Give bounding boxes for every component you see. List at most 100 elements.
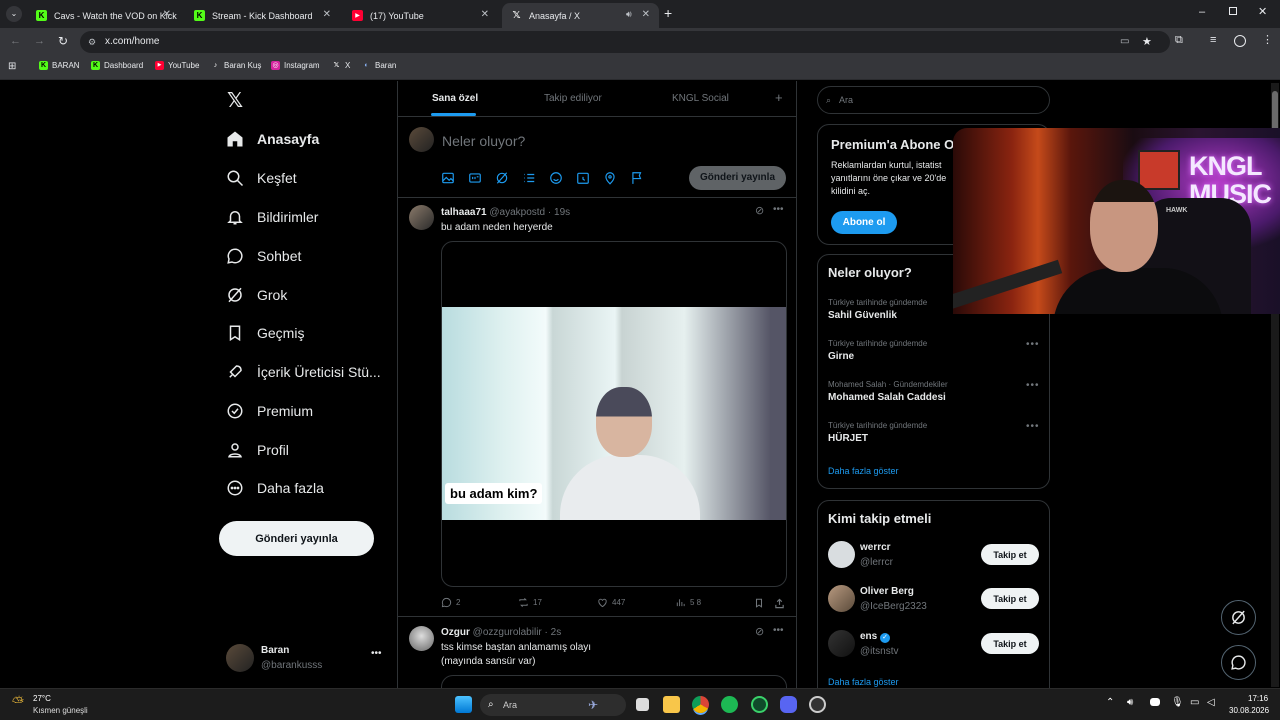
views-button[interactable]: 5 8 — [675, 597, 701, 608]
post-time[interactable]: · 19s — [548, 207, 570, 218]
sidebar-item-chat[interactable]: Sohbet — [226, 241, 301, 271]
bookmark-baran[interactable]: K BARAN — [39, 61, 80, 70]
display-icon[interactable]: ▭ — [1190, 697, 1199, 708]
bookmark-tiktok[interactable]: ♪ Baran Kuş — [211, 61, 262, 70]
emoji-icon[interactable] — [549, 171, 563, 185]
media-control-icon[interactable]: ≡ — [1210, 34, 1216, 46]
sidebar-item-notifications[interactable]: Bildirimler — [226, 202, 318, 232]
sidebar-item-bookmarks[interactable]: Geçmiş — [226, 318, 304, 348]
close-window-button[interactable]: ✕ — [1258, 5, 1267, 18]
follow-button[interactable]: Takip et — [981, 544, 1039, 565]
composer-post-button[interactable]: Gönderi yayınla — [689, 166, 786, 190]
tab-kngl-social[interactable]: KNGL Social — [672, 93, 729, 104]
close-icon[interactable]: ✕ — [481, 9, 489, 20]
speaker-icon[interactable]: 🔊︎ — [626, 9, 632, 20]
apps-icon[interactable]: ⊞ — [8, 61, 16, 72]
tab-search-button[interactable]: ⌄ — [6, 6, 22, 22]
maximize-button[interactable] — [1229, 7, 1237, 15]
schedule-icon[interactable] — [576, 171, 590, 185]
sidebar-item-explore[interactable]: Keşfet — [226, 163, 297, 193]
tab-x-home[interactable]: 𝕏 Anasayfa / X 🔊︎ ✕ — [502, 3, 659, 28]
gif-icon[interactable] — [468, 171, 482, 185]
follow-button[interactable]: Takip et — [981, 633, 1039, 654]
reply-button[interactable]: 2 — [441, 597, 460, 608]
clock-date[interactable]: 30.08.2026 — [1229, 706, 1269, 715]
tab-following[interactable]: Takip ediliyor — [544, 93, 602, 104]
bookmark-star-icon[interactable]: ★ — [1142, 31, 1152, 53]
tab-kick-vod[interactable]: K Cavs - Watch the VOD on Kick ✕ — [27, 3, 180, 28]
close-icon[interactable]: ✕ — [642, 9, 650, 20]
post-author-name[interactable]: talhaaa71 — [441, 207, 487, 218]
poll-icon[interactable] — [522, 171, 536, 185]
more-icon[interactable]: ••• — [1026, 421, 1040, 432]
grok-float-button[interactable] — [1221, 600, 1256, 635]
trends-show-more[interactable]: Daha fazla göster — [828, 466, 899, 476]
more-icon[interactable]: ••• — [773, 204, 784, 215]
bookmark-dashboard[interactable]: K Dashboard — [91, 61, 143, 70]
close-icon[interactable]: ✕ — [323, 9, 331, 20]
post-author-handle[interactable]: @ayakpostd — [489, 207, 545, 218]
vpn-icon[interactable] — [751, 696, 768, 713]
more-icon[interactable]: ••• — [371, 648, 382, 659]
grok-icon[interactable]: ⊘ — [755, 204, 764, 217]
post-button[interactable]: Gönderi yayınla — [219, 521, 374, 556]
new-tab-button[interactable]: + — [664, 5, 672, 21]
site-info-icon[interactable]: ⚙ — [88, 31, 96, 53]
profile-icon[interactable] — [1234, 35, 1246, 47]
search-input[interactable]: ⌕ Ara — [817, 86, 1050, 114]
address-bar[interactable]: ⚙ x.com/home ▭ ★ — [80, 31, 1170, 53]
more-icon[interactable]: ••• — [1026, 339, 1040, 350]
minimize-button[interactable]: – — [1199, 6, 1205, 18]
discord-icon[interactable] — [780, 696, 797, 713]
tab-youtube[interactable]: ▶ (17) YouTube ✕ — [343, 3, 498, 28]
bookmark-x[interactable]: 𝕏X — [332, 61, 351, 70]
follow-show-more[interactable]: Daha fazla göster — [828, 677, 899, 687]
menu-icon[interactable]: ⋮ — [1262, 33, 1273, 46]
post-author-name[interactable]: Ozgur — [441, 627, 470, 638]
task-view-icon[interactable] — [636, 698, 649, 711]
sidebar-item-premium[interactable]: Premium — [226, 396, 313, 426]
add-tab-icon[interactable]: + — [775, 90, 783, 105]
chevron-up-icon[interactable]: ⌃ — [1106, 697, 1114, 708]
cast-icon[interactable]: ▭ — [1120, 31, 1129, 53]
taskbar-search[interactable]: ⌕ Ara ✈ — [480, 694, 626, 716]
volume-icon[interactable]: ◁ — [1207, 697, 1215, 708]
bookmark-instagram[interactable]: ◎ Instagram — [271, 61, 320, 70]
repost-button[interactable]: 17 — [518, 597, 542, 608]
flag-icon[interactable] — [630, 171, 644, 185]
share-icon[interactable] — [774, 596, 785, 609]
chrome-icon[interactable] — [692, 696, 709, 713]
sidebar-item-creator-studio[interactable]: İçerik Üreticisi Stü... — [226, 357, 381, 387]
mic-icon[interactable]: 🎙︎ — [1171, 697, 1184, 708]
subscribe-button[interactable]: Abone ol — [831, 211, 897, 234]
close-icon[interactable]: ✕ — [163, 9, 171, 20]
like-button[interactable]: 447 — [597, 597, 625, 608]
post-media[interactable]: bu adam kim? — [441, 241, 787, 587]
obs-icon[interactable] — [809, 696, 826, 713]
forward-icon[interactable]: → — [34, 35, 45, 47]
reload-icon[interactable]: ↻ — [58, 34, 68, 48]
tab-kick-dashboard[interactable]: K Stream - Kick Dashboard ✕ — [185, 3, 340, 28]
composer-input[interactable]: Neler oluyor? — [442, 133, 525, 149]
file-explorer-icon[interactable] — [663, 696, 680, 713]
speaker-icon[interactable]: 🔊︎ — [1127, 697, 1133, 708]
extensions-icon[interactable]: ⧉ — [1175, 34, 1183, 47]
account-switcher[interactable]: Baran @barankusss ••• — [226, 642, 386, 674]
messages-float-button[interactable] — [1221, 645, 1256, 680]
bookmark-icon[interactable] — [754, 596, 764, 608]
sidebar-item-home[interactable]: Anasayfa — [226, 124, 319, 154]
weather-widget[interactable]: ⛅︎ 27°C Kısmen güneşli — [10, 692, 130, 718]
discord-tray-icon[interactable] — [1150, 698, 1160, 706]
more-icon[interactable]: ••• — [1026, 380, 1040, 391]
back-icon[interactable]: ← — [10, 35, 21, 47]
spotify-icon[interactable] — [721, 696, 738, 713]
post-media[interactable] — [441, 675, 787, 688]
sidebar-item-profile[interactable]: Profil — [226, 435, 289, 465]
image-icon[interactable] — [441, 171, 455, 185]
clock-time[interactable]: 17:16 — [1248, 694, 1268, 703]
bookmark-baran-social[interactable]: ◐ Baran — [362, 61, 396, 70]
location-icon[interactable] — [603, 171, 617, 185]
grok-icon[interactable]: ⊘ — [755, 625, 764, 638]
more-icon[interactable]: ••• — [773, 625, 784, 636]
follow-button[interactable]: Takip et — [981, 588, 1039, 609]
